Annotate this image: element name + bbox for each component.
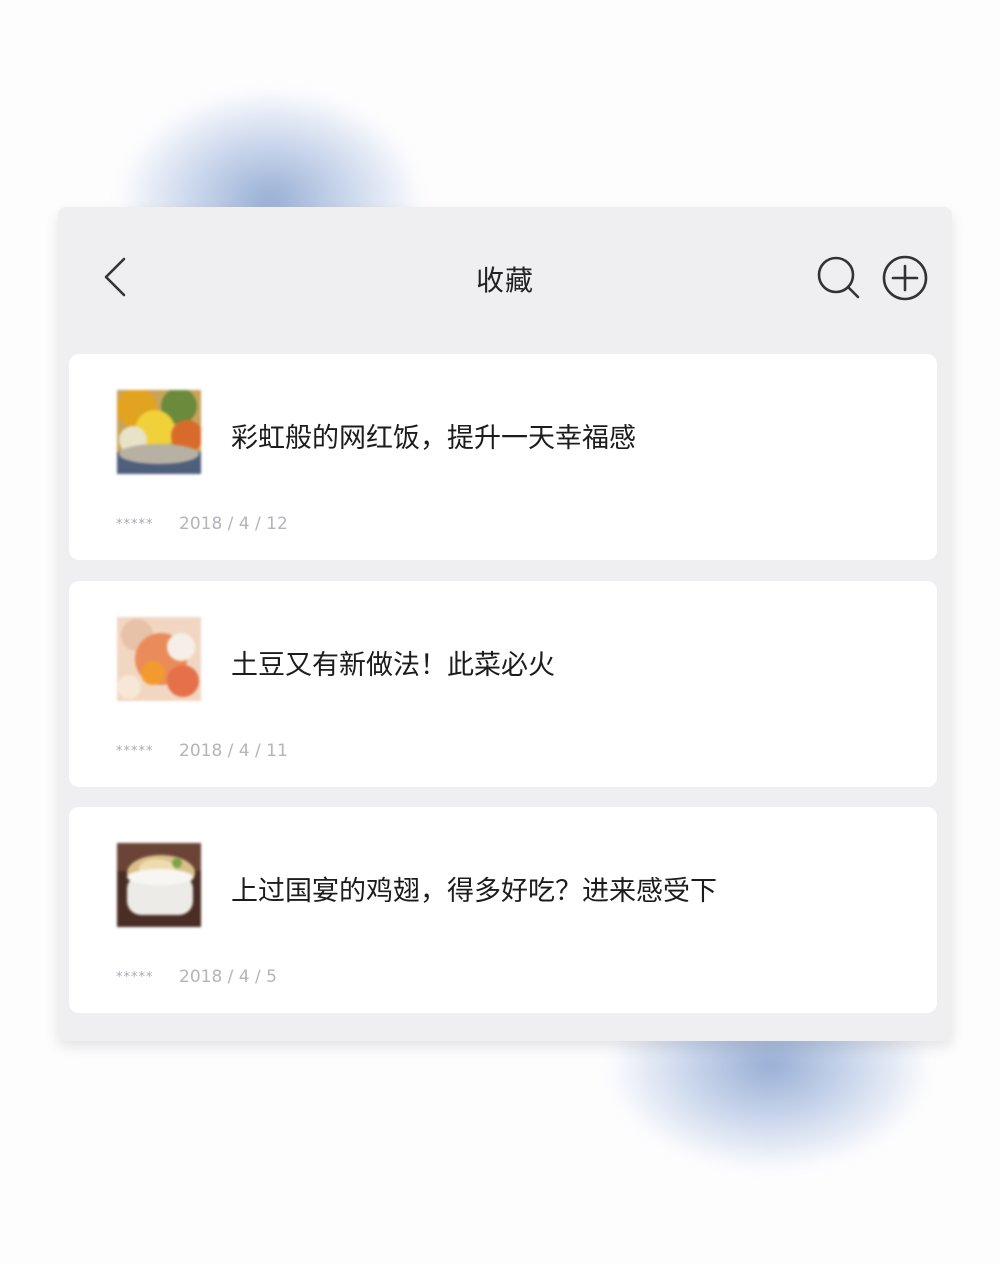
item-date: 2018 / 4 / 12 — [179, 514, 288, 534]
item-date: 2018 / 4 / 11 — [179, 741, 288, 761]
item-date: 2018 / 4 / 5 — [179, 967, 277, 987]
item-title: 上过国宴的鸡翅，得多好吃？进来感受下 — [231, 876, 717, 907]
rating-stars: ***** — [116, 517, 154, 532]
favorites-screen: 收藏 彩虹般的网红饭，提升一天幸福感 ***** 2018 / 4 / 12 土… — [58, 207, 952, 1041]
app-mockup: 收藏 彩虹般的网红饭，提升一天幸福感 ***** 2018 / 4 / 12 土… — [0, 0, 1000, 1264]
nav-bar: 收藏 — [58, 207, 952, 347]
favorite-item-card[interactable]: 上过国宴的鸡翅，得多好吃？进来感受下 ***** 2018 / 4 / 5 — [69, 807, 937, 1013]
thumbnail-image — [117, 390, 201, 474]
favorite-item-card[interactable]: 彩虹般的网红饭，提升一天幸福感 ***** 2018 / 4 / 12 — [69, 354, 937, 560]
search-icon — [817, 256, 860, 299]
plus-circle-icon — [882, 255, 928, 301]
item-title: 彩虹般的网红饭，提升一天幸福感 — [231, 423, 636, 454]
rating-stars: ***** — [116, 744, 154, 759]
favorite-item-card[interactable]: 土豆又有新做法！此菜必火 ***** 2018 / 4 / 11 — [69, 581, 937, 787]
search-button[interactable] — [816, 255, 862, 301]
thumbnail-image — [117, 843, 201, 927]
add-button[interactable] — [880, 253, 930, 303]
thumbnail-image — [117, 617, 201, 701]
rating-stars: ***** — [116, 970, 154, 985]
item-title: 土豆又有新做法！此菜必火 — [231, 650, 555, 681]
